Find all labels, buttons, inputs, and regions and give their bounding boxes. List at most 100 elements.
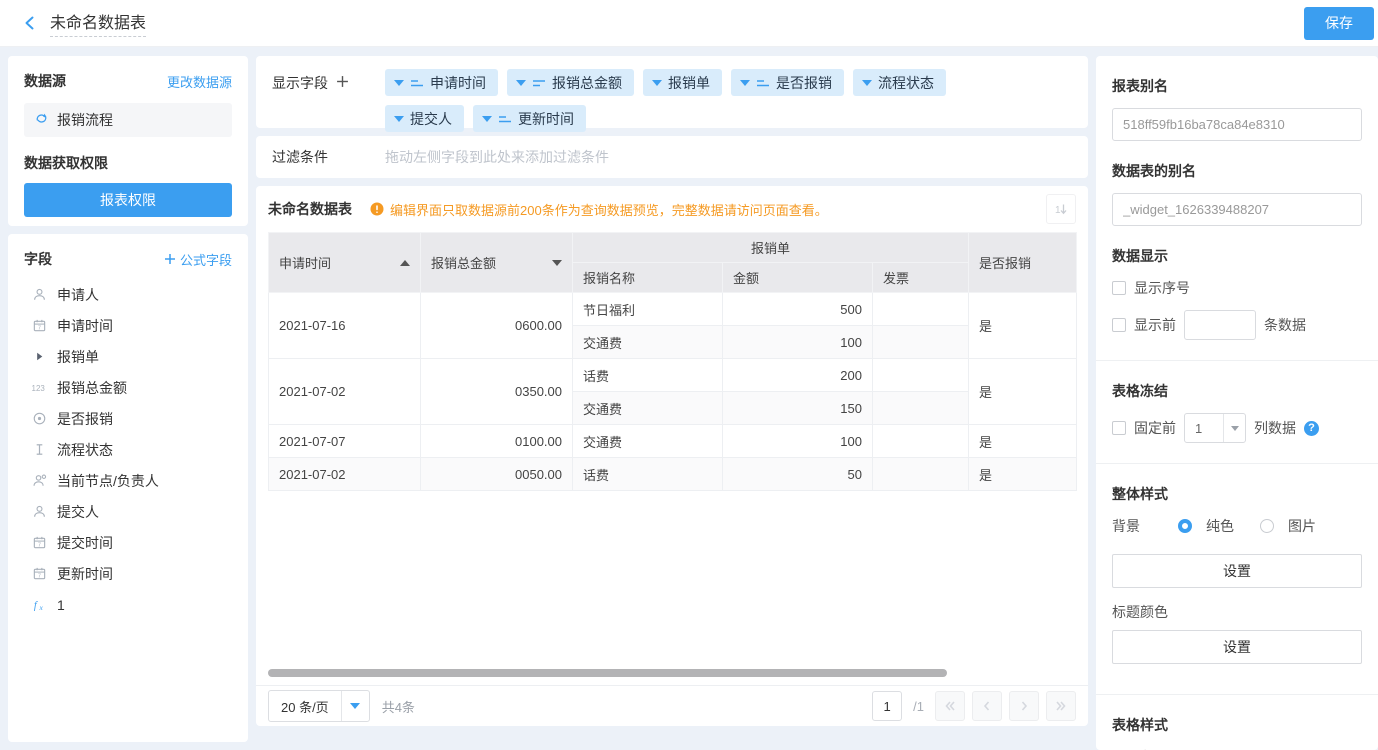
cell-date: 2021-07-07 <box>269 425 421 458</box>
user-icon <box>30 504 48 519</box>
chip-label: 报销单 <box>668 73 710 93</box>
col-total-amount[interactable]: 报销总金额 <box>421 233 573 293</box>
field-item[interactable]: 7申请时间 <box>24 310 232 341</box>
back-button[interactable] <box>16 9 44 37</box>
display-field-chip[interactable]: 申请时间 <box>385 69 498 96</box>
svg-text:x: x <box>38 603 43 612</box>
background-set-button[interactable]: 设置 <box>1112 554 1362 588</box>
table-row[interactable]: 2021-07-070100.00交通费100是 <box>269 425 1077 458</box>
cell-total: 0100.00 <box>421 425 573 458</box>
cell-date: 2021-07-02 <box>269 458 421 491</box>
show-first-prefix: 显示前 <box>1134 315 1176 335</box>
change-datasource-link[interactable]: 更改数据源 <box>167 72 232 91</box>
field-item[interactable]: 7更新时间 <box>24 558 232 589</box>
prev-page-button[interactable] <box>972 691 1002 721</box>
first-page-button[interactable] <box>935 691 965 721</box>
field-item[interactable]: 报销单 <box>24 341 232 372</box>
calendar-icon: 7 <box>30 535 48 550</box>
field-item[interactable]: 流程状态 <box>24 434 232 465</box>
overall-style-title: 整体样式 <box>1112 484 1362 504</box>
page-size-select[interactable]: 20 条/页 <box>268 690 370 722</box>
show-first-count-input[interactable] <box>1184 310 1256 340</box>
report-alias-label: 报表别名 <box>1112 76 1362 96</box>
radio-icon <box>30 411 48 426</box>
solid-color-radio[interactable] <box>1178 519 1192 533</box>
cell-name: 话费 <box>573 359 723 392</box>
field-item-label: 1 <box>57 597 65 613</box>
col-group-reimburse[interactable]: 报销单 <box>573 233 969 263</box>
col-reimbursed[interactable]: 是否报销 <box>969 233 1077 293</box>
next-page-button[interactable] <box>1009 691 1039 721</box>
cell-amount: 150 <box>723 392 873 425</box>
display-field-chip[interactable]: 更新时间 <box>473 105 586 132</box>
display-field-chip[interactable]: 报销单 <box>643 69 722 96</box>
freeze-checkbox[interactable] <box>1112 421 1126 435</box>
chevron-down-icon <box>862 80 872 86</box>
freeze-title: 表格冻结 <box>1112 381 1362 401</box>
title-color-set-button[interactable]: 设置 <box>1112 630 1362 664</box>
report-permission-button[interactable]: 报表权限 <box>24 183 232 217</box>
datasource-title: 数据源 <box>24 71 66 91</box>
horizontal-scrollbar[interactable] <box>268 669 1076 677</box>
save-button[interactable]: 保存 <box>1304 7 1374 40</box>
last-page-button[interactable] <box>1046 691 1076 721</box>
image-radio[interactable] <box>1260 519 1274 533</box>
show-index-checkbox[interactable] <box>1112 281 1126 295</box>
add-formula-field-link[interactable]: 公式字段 <box>164 250 232 269</box>
add-display-field-icon[interactable] <box>336 75 349 91</box>
col-sub-0[interactable]: 报销名称 <box>573 263 723 293</box>
col-apply-time[interactable]: 申请时间 <box>269 233 421 293</box>
table-title: 未命名数据表 <box>268 199 352 219</box>
chip-label: 报销总金额 <box>552 73 622 93</box>
title-color-label: 标题颜色 <box>1112 602 1362 622</box>
filter-dropzone[interactable]: 拖动左侧字段到此处来添加过滤条件 <box>385 147 609 167</box>
field-item[interactable]: 7提交时间 <box>24 527 232 558</box>
field-item[interactable]: fx 1 <box>24 589 232 620</box>
field-item[interactable]: 是否报销 <box>24 403 232 434</box>
col-sub-2[interactable]: 发票 <box>873 263 969 293</box>
cell-name: 交通费 <box>573 392 723 425</box>
chevron-down-icon <box>482 116 492 122</box>
report-alias-input[interactable] <box>1112 108 1362 141</box>
datasource-panel: 数据源 更改数据源 报销流程 数据获取权限 报表权限 <box>8 56 248 226</box>
display-field-chip[interactable]: 提交人 <box>385 105 464 132</box>
freeze-suffix: 列数据 <box>1254 418 1296 438</box>
scrollbar-thumb[interactable] <box>268 669 947 677</box>
image-label: 图片 <box>1288 516 1316 536</box>
freeze-count-select[interactable]: 1 <box>1184 413 1246 443</box>
field-item[interactable]: 申请人 <box>24 279 232 310</box>
table-alias-input[interactable] <box>1112 193 1362 226</box>
chevron-right-icon <box>1018 700 1030 712</box>
chip-label: 流程状态 <box>878 73 934 93</box>
table-row[interactable]: 2021-07-020050.00话费50是 <box>269 458 1077 491</box>
cell-reimbursed: 是 <box>969 293 1077 359</box>
display-field-chip[interactable]: 是否报销 <box>731 69 844 96</box>
fields-panel: 字段 公式字段 申请人7申请时间报销单123报销总金额是否报销流程状态当前节点/… <box>8 234 248 742</box>
field-list: 申请人 7申请时间报销单123报销总金额是否报销流程状态当前节点/负责人提交人7提… <box>24 279 232 620</box>
field-item-label: 更新时间 <box>57 564 113 584</box>
col-sub-1[interactable]: 金额 <box>723 263 873 293</box>
cell-invoice <box>873 359 969 392</box>
display-field-chip[interactable]: 报销总金额 <box>507 69 634 96</box>
field-item[interactable]: 提交人 <box>24 496 232 527</box>
help-icon[interactable]: ? <box>1304 421 1319 436</box>
divider <box>1096 694 1378 695</box>
page-title[interactable]: 未命名数据表 <box>50 9 146 37</box>
formula-icon: fx <box>30 597 48 612</box>
field-item[interactable]: 当前节点/负责人 <box>24 465 232 496</box>
field-item[interactable]: 123报销总金额 <box>24 372 232 403</box>
field-item-label: 申请人 <box>57 285 99 305</box>
table-row[interactable]: 2021-07-160600.00节日福利500是 <box>269 293 1077 326</box>
chevron-down-icon <box>740 80 750 86</box>
sort-asc-icon <box>410 77 424 89</box>
page-number-input[interactable]: 1 <box>872 691 902 721</box>
table-row[interactable]: 2021-07-020350.00话费200是 <box>269 359 1077 392</box>
chip-label: 提交人 <box>410 109 452 129</box>
sort-order-button[interactable]: 1 <box>1046 194 1076 224</box>
datasource-item[interactable]: 报销流程 <box>24 103 232 137</box>
sort-order-icon: 1 <box>1053 201 1069 217</box>
cell-amount: 50 <box>723 458 873 491</box>
show-first-checkbox[interactable] <box>1112 318 1126 332</box>
cell-amount: 100 <box>723 425 873 458</box>
display-field-chip[interactable]: 流程状态 <box>853 69 946 96</box>
